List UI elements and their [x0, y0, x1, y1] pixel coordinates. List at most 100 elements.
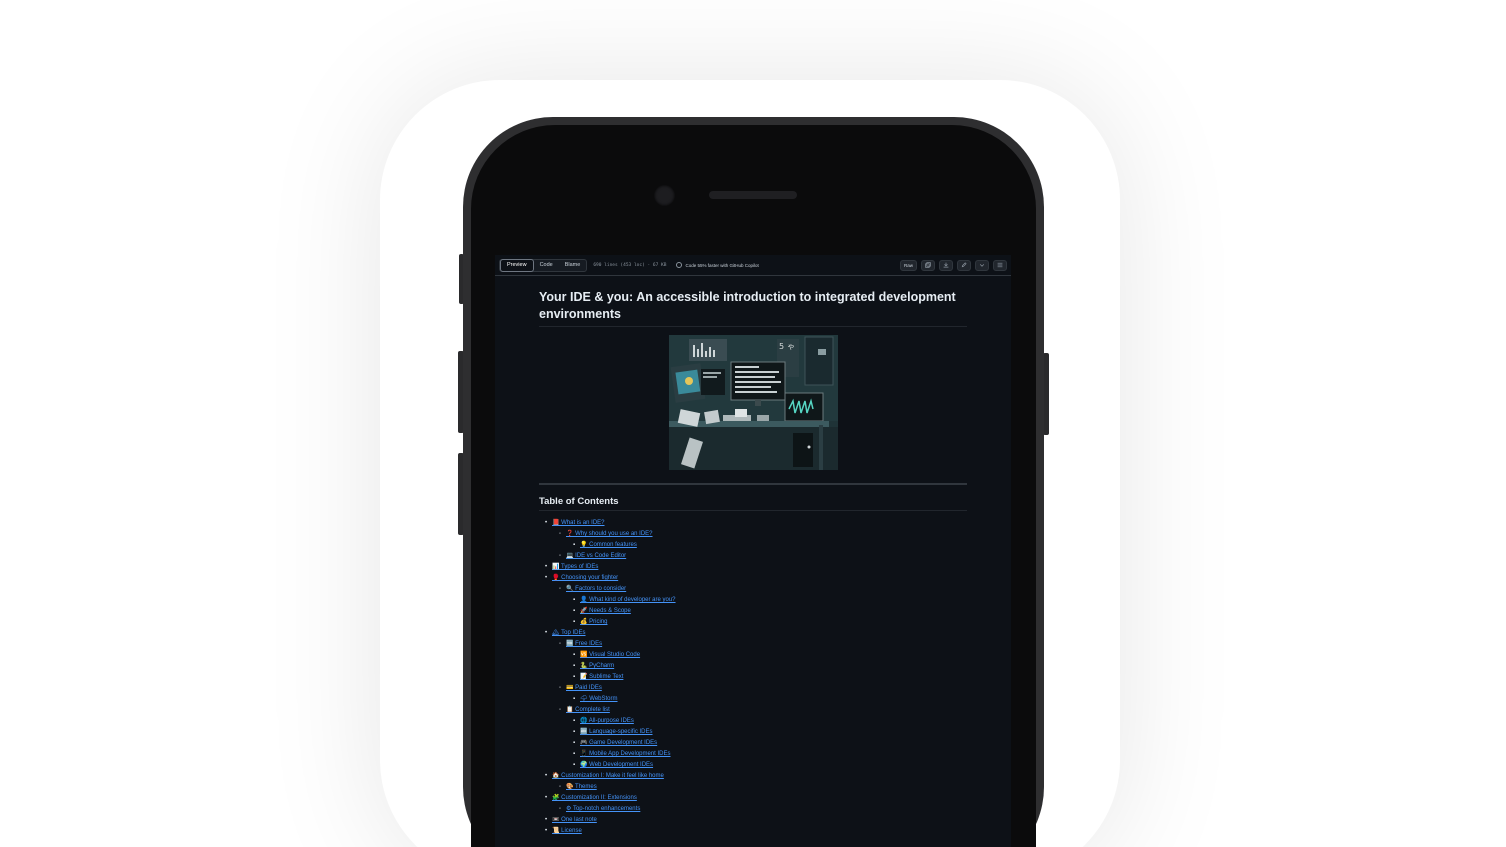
- toc-item: ▪ 🌐 All-purpose IDEs: [539, 716, 967, 727]
- toc-link[interactable]: 🌩 WebStorm: [580, 694, 618, 704]
- toc-link[interactable]: ⚙ Top-notch enhancements: [566, 804, 640, 814]
- copilot-promo[interactable]: Code 55% faster with GitHub Copilot: [676, 262, 759, 268]
- toc-heading: Table of Contents: [539, 496, 967, 511]
- toc-link[interactable]: 📱 Mobile App Development IDEs: [580, 749, 671, 759]
- toc-bullet: ▪: [573, 751, 576, 757]
- toc-bullet: ▪: [573, 696, 576, 702]
- toc-link[interactable]: 💡 Common features: [580, 540, 637, 550]
- phone-screen: Preview Code Blame 690 lines (453 loc) ·…: [495, 255, 1011, 847]
- toc-item: • 📜 License: [539, 826, 967, 837]
- toc-link[interactable]: 🥊 Choosing your fighter: [552, 573, 618, 583]
- toc-link[interactable]: 📜 License: [552, 826, 582, 836]
- toc-link[interactable]: 🆚 Visual Studio Code: [580, 650, 640, 660]
- toc-link[interactable]: ❓ Why should you use an IDE?: [566, 529, 653, 539]
- toc-bullet: ◦: [559, 685, 562, 691]
- chevron-down-icon[interactable]: [975, 259, 989, 271]
- toc-link[interactable]: 💰 Pricing: [580, 617, 607, 627]
- toc-bullet: •: [545, 520, 548, 526]
- toc-bullet: ▪: [573, 729, 576, 735]
- tab-blame[interactable]: Blame: [559, 260, 587, 271]
- toc-bullet: ▪: [573, 762, 576, 768]
- toc-item: ▪ 💰 Pricing: [539, 617, 967, 628]
- copilot-text[interactable]: Code 55% faster with GitHub Copilot: [685, 263, 758, 268]
- toc-bullet: •: [545, 564, 548, 570]
- toc-item: ◦ 🔍 Factors to consider: [539, 584, 967, 595]
- toc-item: ▪ 🚀 Needs & Scope: [539, 606, 967, 617]
- toc-item: ▪ 🐍 PyCharm: [539, 661, 967, 672]
- edit-pencil-icon[interactable]: [957, 259, 971, 271]
- toc-bullet: •: [545, 630, 548, 636]
- toc-item: • 🏠 Customization I: Make it feel like ho…: [539, 771, 967, 782]
- toc-item: ◦ 💻 IDE vs Code Editor: [539, 551, 967, 562]
- svg-text:ゃ: ゃ: [787, 342, 795, 351]
- outline-list-icon[interactable]: [993, 259, 1007, 271]
- toc-link[interactable]: 📋 Complete list: [566, 705, 610, 715]
- toc-link[interactable]: 🧩 Customization II: Extensions: [552, 793, 637, 803]
- toc-item: ▪ 💡 Common features: [539, 540, 967, 551]
- front-camera: [654, 185, 675, 206]
- toc-item: ◦ ❓ Why should you use an IDE?: [539, 529, 967, 540]
- mockup-stage: Preview Code Blame 690 lines (453 loc) ·…: [0, 0, 1506, 847]
- desk-illustration: 5 ゃ: [668, 335, 838, 470]
- toc-item: ▪ 🆚 Visual Studio Code: [539, 650, 967, 661]
- copy-icon[interactable]: [921, 259, 935, 271]
- toc-link[interactable]: 🚀 Needs & Scope: [580, 606, 631, 616]
- file-toolbar: Preview Code Blame 690 lines (453 loc) ·…: [495, 255, 1011, 276]
- view-mode-tabs: Preview Code Blame: [499, 258, 588, 272]
- toc-item: ▪ 📝 Sublime Text: [539, 672, 967, 683]
- toc-bullet: ▪: [573, 663, 576, 669]
- toc-item: ▪ 📱 Mobile App Development IDEs: [539, 749, 967, 760]
- toc-link[interactable]: 💳 Paid IDEs: [566, 683, 602, 693]
- toc-link[interactable]: 🏠 Customization I: Make it feel like hom…: [552, 771, 664, 781]
- toc-link[interactable]: 🔍 Factors to consider: [566, 584, 626, 594]
- toc-bullet: ◦: [559, 806, 562, 812]
- toc-bullet: •: [545, 773, 548, 779]
- tab-code[interactable]: Code: [534, 260, 559, 271]
- file-meta: 690 lines (453 loc) · 67 KB: [593, 262, 667, 268]
- toc-bullet: ▪: [573, 608, 576, 614]
- toc-link[interactable]: 🔤 Language-specific IDEs: [580, 727, 653, 737]
- toc-bullet: ▪: [573, 652, 576, 658]
- toc-bullet: •: [545, 828, 548, 834]
- toc-bullet: ▪: [573, 597, 576, 603]
- svg-text:5: 5: [779, 342, 784, 351]
- toc-bullet: ▪: [573, 542, 576, 548]
- toc-link[interactable]: 🐍 PyCharm: [580, 661, 614, 671]
- toc-item: ▪ 🌍 Web Development IDEs: [539, 760, 967, 771]
- toc-item: • 🧩 Customization II: Extensions: [539, 793, 967, 804]
- raw-button[interactable]: Raw: [899, 259, 917, 271]
- toc-bullet: ▪: [573, 740, 576, 746]
- toc-link[interactable]: 👤 What kind of developer are you?: [580, 595, 676, 605]
- hero-illustration: 5 ゃ: [668, 335, 838, 470]
- toc-link[interactable]: 📊 Types of IDEs: [552, 562, 598, 572]
- toc-item: ◦ 🆓 Free IDEs: [539, 639, 967, 650]
- toc-item: ▪ 🎮 Game Development IDEs: [539, 738, 967, 749]
- toc-link[interactable]: 🎨 Themes: [566, 782, 597, 792]
- tab-preview[interactable]: Preview: [500, 258, 534, 272]
- table-of-contents: • 📕 What is an IDE? ◦ ❓ Why should you use …: [539, 518, 967, 837]
- download-icon[interactable]: [939, 259, 953, 271]
- toc-item: • 🏔 Top IDEs: [539, 628, 967, 639]
- toc-link[interactable]: 💻 IDE vs Code Editor: [566, 551, 626, 561]
- readme-content: Your IDE & you: An accessible introducti…: [539, 289, 967, 837]
- earpiece-speaker: [709, 191, 797, 199]
- toc-link[interactable]: 📼 One last note: [552, 815, 597, 825]
- section-divider: [539, 483, 967, 485]
- toc-bullet: ◦: [559, 784, 562, 790]
- toc-link[interactable]: 🌍 Web Development IDEs: [580, 760, 653, 770]
- toc-item: ◦ 💳 Paid IDEs: [539, 683, 967, 694]
- toc-link[interactable]: 📝 Sublime Text: [580, 672, 623, 682]
- toc-link[interactable]: 📕 What is an IDE?: [552, 518, 605, 528]
- toc-bullet: •: [545, 795, 548, 801]
- toc-item: • 📼 One last note: [539, 815, 967, 826]
- toc-link[interactable]: 🎮 Game Development IDEs: [580, 738, 657, 748]
- toc-item: • 📊 Types of IDEs: [539, 562, 967, 573]
- toc-bullet: ▪: [573, 619, 576, 625]
- toc-bullet: ◦: [559, 641, 562, 647]
- toc-link[interactable]: 🌐 All-purpose IDEs: [580, 716, 634, 726]
- toc-item: • 📕 What is an IDE?: [539, 518, 967, 529]
- toc-link[interactable]: 🏔 Top IDEs: [552, 628, 586, 638]
- toc-item: ◦ 📋 Complete list: [539, 705, 967, 716]
- copilot-icon: [676, 262, 683, 268]
- toc-link[interactable]: 🆓 Free IDEs: [566, 639, 602, 649]
